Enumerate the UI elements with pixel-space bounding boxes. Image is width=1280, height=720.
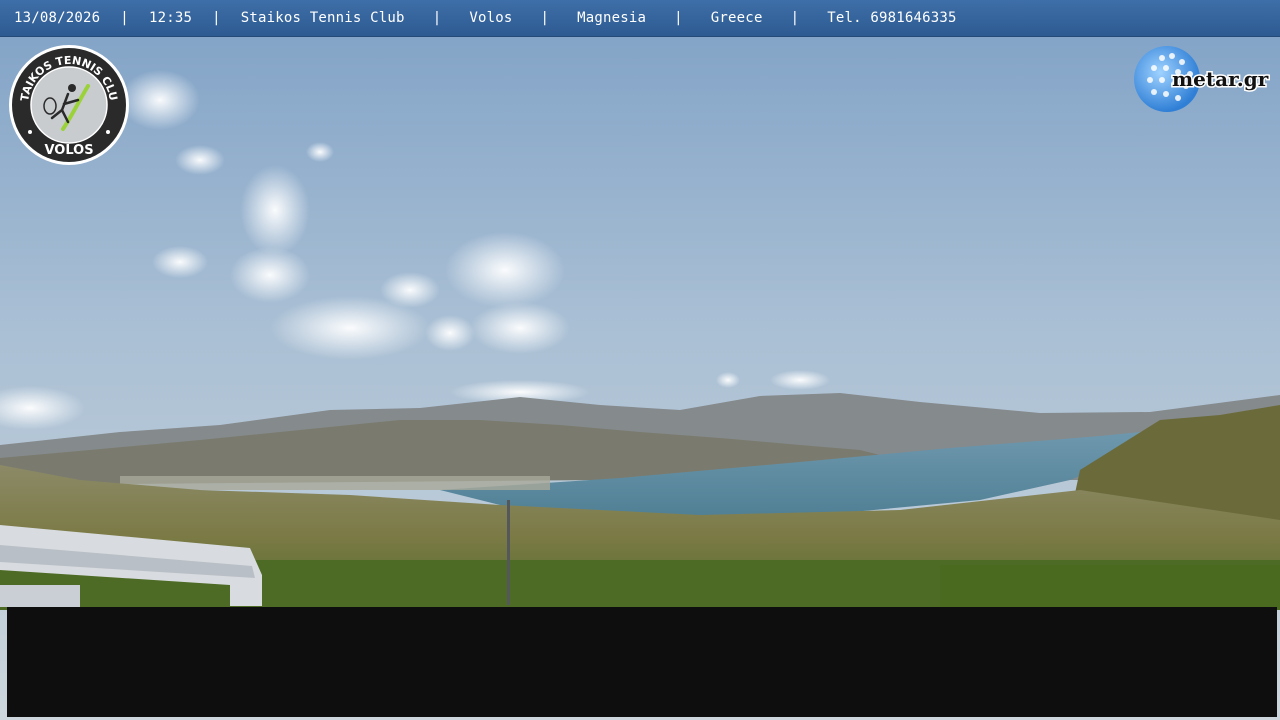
city-name: Volos [469, 10, 513, 26]
date-label: 13/08/2026 [14, 10, 101, 26]
phone-number: Tel. 6981646335 [827, 10, 957, 26]
separator: | [540, 10, 550, 26]
separator: | [790, 10, 800, 26]
separator: | [674, 10, 683, 26]
logo-bottom-text: VOLOS [44, 143, 93, 158]
metar-watermark: metar.gr metar.gr [1134, 46, 1270, 112]
club-name: Staikos Tennis Club [240, 10, 405, 26]
separator: | [120, 10, 129, 26]
separator: | [432, 10, 442, 26]
webcam-info-bar: 13/08/2026 | 12:35 | Staikos Tennis Club… [0, 0, 1280, 37]
club-logo: STAIKOS TENNIS CLUB VOLOS [8, 44, 129, 165]
bottom-black-panel [7, 607, 1277, 717]
region-name: Magnesia [577, 10, 647, 26]
metar-text: metar.gr [1172, 67, 1269, 91]
separator: | [212, 10, 221, 26]
country-name: Greece [710, 10, 763, 26]
time-label: 12:35 [148, 10, 193, 26]
